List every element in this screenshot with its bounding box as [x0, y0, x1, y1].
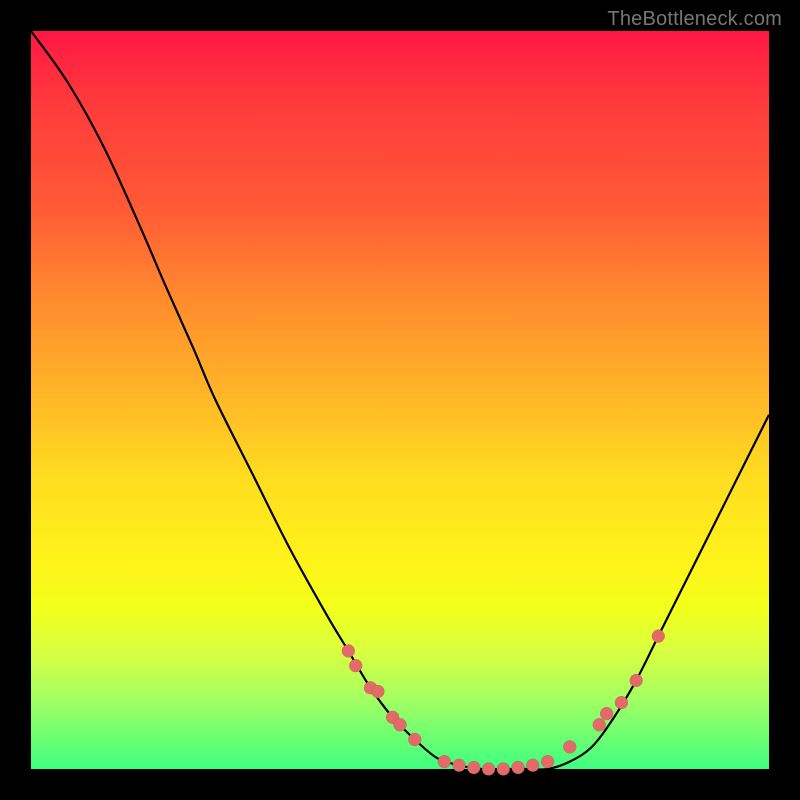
data-point — [526, 759, 539, 772]
data-point — [482, 763, 495, 776]
data-point — [453, 759, 466, 772]
attribution-text: TheBottleneck.com — [607, 8, 782, 31]
data-point — [541, 755, 554, 768]
data-points — [342, 630, 665, 776]
data-point — [600, 707, 613, 720]
data-point — [371, 685, 384, 698]
data-point — [615, 696, 628, 709]
data-point — [342, 644, 355, 657]
data-point — [652, 630, 665, 643]
data-point — [394, 718, 407, 731]
data-point — [438, 755, 451, 768]
curve-layer — [31, 31, 769, 769]
data-point — [408, 733, 421, 746]
plot-area — [31, 31, 769, 769]
data-point — [349, 659, 362, 672]
data-point — [497, 763, 510, 776]
data-point — [630, 674, 643, 687]
data-point — [593, 718, 606, 731]
data-point — [563, 740, 576, 753]
chart-frame: TheBottleneck.com — [0, 0, 800, 800]
data-point — [512, 761, 525, 774]
bottleneck-curve — [31, 31, 769, 770]
data-point — [467, 761, 480, 774]
